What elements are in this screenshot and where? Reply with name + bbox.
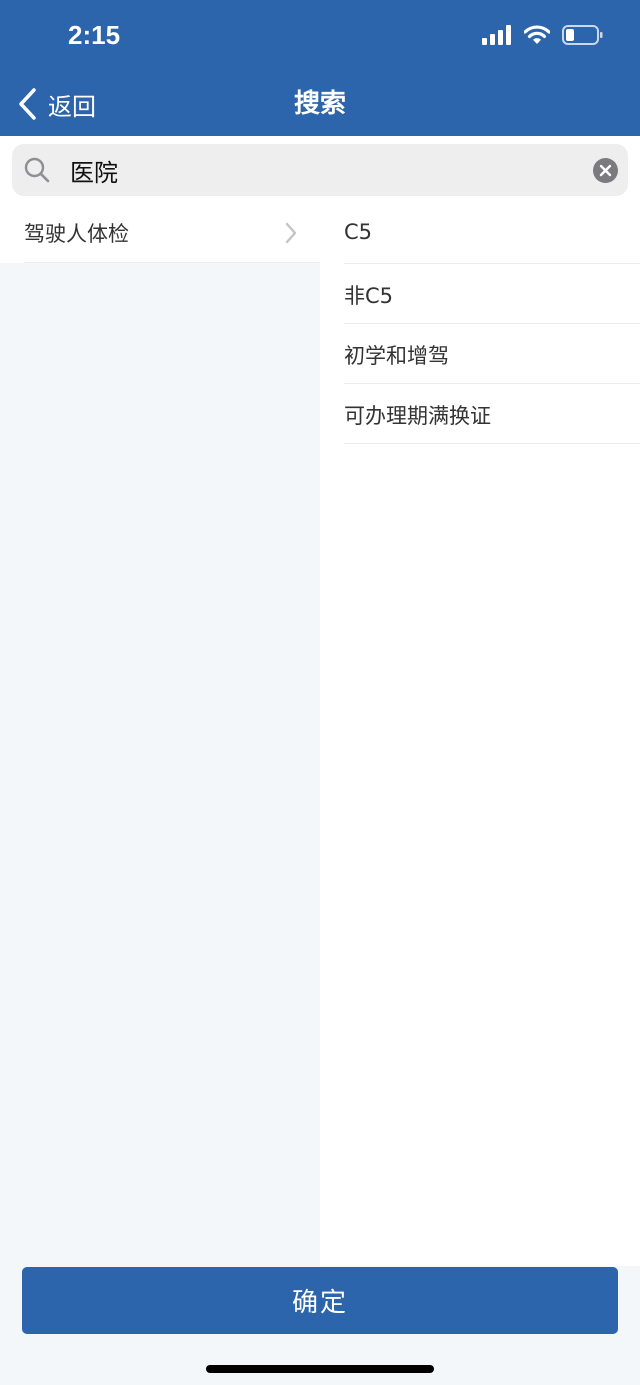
clear-search-button[interactable] [593,158,618,183]
back-button[interactable]: 返回 [16,84,96,124]
divider [24,262,320,263]
category-item-driver-medical-exam[interactable]: 驾驶人体检 [0,204,320,263]
category-label: 驾驶人体检 [24,222,129,246]
chevron-left-icon [19,88,36,120]
option-label: C5 [344,220,373,244]
wifi-icon [524,25,550,44]
option-list: C5 非C5 初学和增驾 可办理期满换证 [320,204,640,1266]
option-item[interactable]: 初学和增驾 [344,324,640,384]
search-box[interactable] [12,144,628,196]
category-list: 驾驶人体检 [0,204,320,1266]
chevron-right-icon [285,222,297,244]
close-icon [599,164,612,177]
option-label: 可办理期满换证 [344,404,491,428]
back-label: 返回 [48,92,96,121]
page-title: 搜索 [293,89,346,119]
cellular-signal-icon [482,25,511,45]
app-header: 2:15 返回 搜索 [0,0,640,136]
option-item[interactable]: 可办理期满换证 [344,384,640,444]
option-label: 非C5 [344,284,394,308]
status-time: 2:15 [68,20,121,50]
search-input[interactable] [70,150,570,190]
option-label: 初学和增驾 [344,344,449,368]
option-item[interactable]: C5 [344,204,640,264]
home-indicator [206,1365,434,1373]
option-item[interactable]: 非C5 [344,264,640,324]
battery-icon [562,25,603,45]
confirm-button[interactable]: 确定 [22,1267,618,1334]
search-bar [0,136,640,205]
status-icons [482,24,604,46]
search-icon [24,157,50,183]
